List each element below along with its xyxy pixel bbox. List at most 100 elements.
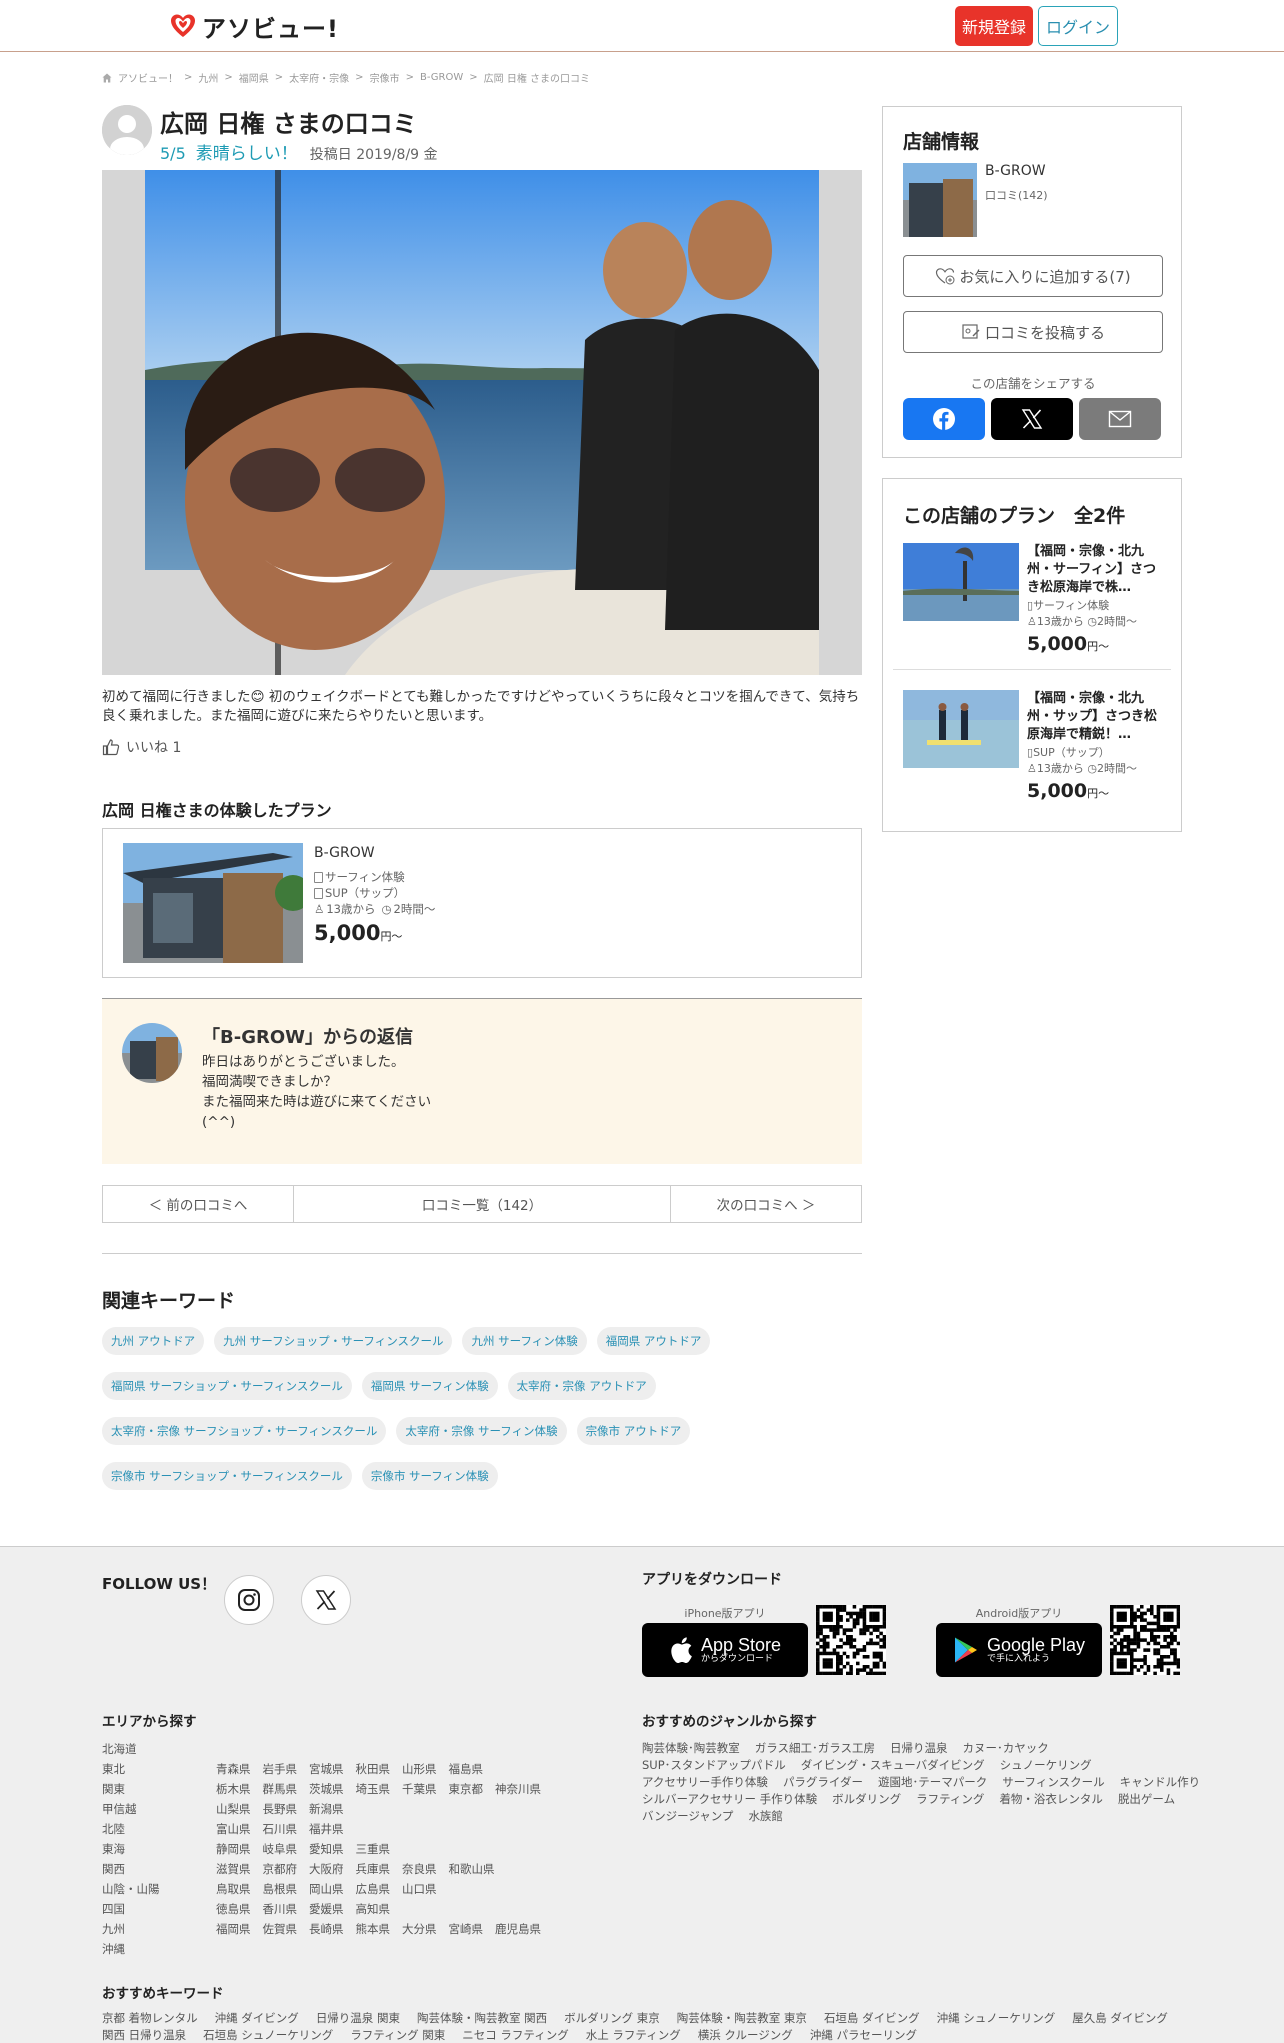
- keyword-link[interactable]: 関西 日帰り温泉: [102, 2027, 186, 2043]
- genre-link[interactable]: ボルダリング: [832, 1792, 901, 1807]
- keyword-tag[interactable]: 宗像市 アウトドア: [576, 1417, 691, 1445]
- prefecture-link[interactable]: 群馬県: [263, 1781, 298, 1797]
- keyword-link[interactable]: ニセコ ラフティング: [462, 2027, 568, 2043]
- like-button[interactable]: いいね 1: [102, 737, 181, 757]
- plan-item[interactable]: 【福岡・宗像・北九州・サーフィン】さつき松原海岸で株… ▯サーフィン体験 ♙13…: [903, 543, 1163, 663]
- keyword-tag[interactable]: 太宰府・宗像 サーフショップ・サーフィンスクール: [102, 1417, 387, 1445]
- region-link[interactable]: 甲信越: [102, 1801, 137, 1817]
- keyword-tag[interactable]: 九州 サーフィン体験: [462, 1327, 587, 1355]
- app-store-button[interactable]: App Store からダウンロード: [642, 1623, 808, 1677]
- prefecture-link[interactable]: 千葉県: [402, 1781, 437, 1797]
- keyword-tag[interactable]: 宗像市 サーフショップ・サーフィンスクール: [102, 1462, 352, 1490]
- post-review-button[interactable]: 口コミを投稿する: [903, 311, 1163, 353]
- prefecture-link[interactable]: 香川県: [263, 1901, 298, 1917]
- keyword-link[interactable]: 屋久島 ダイビング: [1072, 2010, 1168, 2026]
- genre-link[interactable]: ダイビング・スキューバダイビング: [801, 1758, 985, 1773]
- genre-link[interactable]: アクセサリー手作り体験: [642, 1775, 768, 1790]
- breadcrumb-item[interactable]: 福岡県: [239, 70, 269, 85]
- prefecture-link[interactable]: 福岡県: [216, 1921, 251, 1937]
- genre-link[interactable]: ガラス細工･ガラス工房: [755, 1741, 875, 1756]
- keyword-link[interactable]: 石垣島 ダイビング: [824, 2010, 920, 2026]
- prefecture-link[interactable]: 熊本県: [356, 1921, 391, 1937]
- x-link[interactable]: [301, 1575, 351, 1625]
- instagram-link[interactable]: [224, 1575, 274, 1625]
- prefecture-link[interactable]: 山形県: [402, 1761, 437, 1777]
- keyword-tag[interactable]: 福岡県 アウトドア: [596, 1327, 711, 1355]
- region-link[interactable]: 関東: [102, 1781, 125, 1797]
- prefecture-link[interactable]: 福井県: [309, 1821, 344, 1837]
- genre-link[interactable]: カヌー･カヤック: [963, 1741, 1049, 1756]
- prefecture-link[interactable]: 滋賀県: [216, 1861, 251, 1877]
- prefecture-link[interactable]: 大阪府: [309, 1861, 344, 1877]
- prefecture-link[interactable]: 岩手県: [263, 1761, 298, 1777]
- genre-link[interactable]: キャンドル作り: [1120, 1775, 1201, 1790]
- experienced-plan-card[interactable]: B-GROW サーフィン体験 SUP（サップ） ♙ 13歳から ◷ 2時間～ 5…: [102, 828, 862, 978]
- breadcrumb-item[interactable]: 九州: [198, 70, 218, 85]
- review-list-button[interactable]: 口コミ一覧（142）: [294, 1186, 671, 1222]
- prefecture-link[interactable]: 佐賀県: [263, 1921, 298, 1937]
- prefecture-link[interactable]: 茨城県: [309, 1781, 344, 1797]
- prefecture-link[interactable]: 徳島県: [216, 1901, 251, 1917]
- region-link[interactable]: 沖縄: [102, 1941, 125, 1957]
- keyword-link[interactable]: 陶芸体験・陶芸教室 関西: [417, 2010, 547, 2026]
- prefecture-link[interactable]: 栃木県: [216, 1781, 251, 1797]
- genre-link[interactable]: バンジージャンプ: [642, 1809, 733, 1824]
- shop-thumbnail[interactable]: [903, 163, 977, 237]
- prefecture-link[interactable]: 埼玉県: [356, 1781, 391, 1797]
- genre-link[interactable]: 着物・浴衣レンタル: [999, 1792, 1103, 1807]
- keyword-tag[interactable]: 福岡県 サーフィン体験: [361, 1372, 498, 1400]
- breadcrumb-item[interactable]: 太宰府・宗像: [289, 70, 349, 85]
- prefecture-link[interactable]: 長崎県: [309, 1921, 344, 1937]
- prefecture-link[interactable]: 秋田県: [356, 1761, 391, 1777]
- keyword-link[interactable]: 石垣島 シュノーケリング: [203, 2027, 333, 2043]
- genre-link[interactable]: シュノーケリング: [1000, 1758, 1092, 1773]
- prefecture-link[interactable]: 東京都: [449, 1781, 484, 1797]
- region-link[interactable]: 関西: [102, 1861, 125, 1877]
- prefecture-link[interactable]: 高知県: [356, 1901, 391, 1917]
- prefecture-link[interactable]: 富山県: [216, 1821, 251, 1837]
- prefecture-link[interactable]: 鳥取県: [216, 1881, 251, 1897]
- prefecture-link[interactable]: 和歌山県: [449, 1861, 495, 1877]
- share-mail-button[interactable]: [1079, 398, 1161, 440]
- login-button[interactable]: ログイン: [1038, 6, 1118, 46]
- prefecture-link[interactable]: 鹿児島県: [495, 1921, 541, 1937]
- prefecture-link[interactable]: 島根県: [263, 1881, 298, 1897]
- keyword-tag[interactable]: 太宰府・宗像 アウトドア: [507, 1372, 656, 1400]
- breadcrumb-item[interactable]: B-GROW: [420, 72, 463, 83]
- genre-link[interactable]: ラフティング: [916, 1792, 984, 1807]
- genre-link[interactable]: シルバーアクセサリー 手作り体験: [642, 1792, 817, 1807]
- plan-item[interactable]: 【福岡・宗像・北九州・サップ】さつき松原海岸で精鋭！… ▯SUP（サップ） ♙1…: [903, 690, 1163, 810]
- prefecture-link[interactable]: 山口県: [402, 1881, 437, 1897]
- prefecture-link[interactable]: 山梨県: [216, 1801, 251, 1817]
- keyword-link[interactable]: 沖縄 シュノーケリング: [937, 2010, 1056, 2026]
- region-link[interactable]: 九州: [102, 1921, 125, 1937]
- prefecture-link[interactable]: 岡山県: [309, 1881, 344, 1897]
- shop-name[interactable]: B-GROW: [985, 163, 1046, 179]
- genre-link[interactable]: 日帰り温泉: [890, 1741, 948, 1756]
- prefecture-link[interactable]: 兵庫県: [356, 1861, 391, 1877]
- prefecture-link[interactable]: 三重県: [356, 1841, 391, 1857]
- google-play-button[interactable]: Google Play で手に入れよう: [936, 1623, 1102, 1677]
- prefecture-link[interactable]: 奈良県: [402, 1861, 437, 1877]
- prefecture-link[interactable]: 愛媛県: [309, 1901, 344, 1917]
- keyword-tag[interactable]: 九州 アウトドア: [102, 1327, 205, 1355]
- breadcrumb-item[interactable]: アソビュー！: [118, 70, 178, 85]
- keyword-link[interactable]: 京都 着物レンタル: [102, 2010, 198, 2026]
- keyword-tag[interactable]: 福岡県 サーフショップ・サーフィンスクール: [102, 1372, 352, 1400]
- prefecture-link[interactable]: 新潟県: [309, 1801, 344, 1817]
- prefecture-link[interactable]: 静岡県: [216, 1841, 251, 1857]
- genre-link[interactable]: パラグライダー: [783, 1775, 863, 1790]
- logo[interactable]: アソビュー!: [170, 10, 339, 43]
- keyword-link[interactable]: 沖縄 パラセーリング: [810, 2027, 917, 2043]
- prev-review-button[interactable]: ＜ 前の口コミへ: [103, 1186, 294, 1222]
- prefecture-link[interactable]: 福島県: [449, 1761, 484, 1777]
- prefecture-link[interactable]: 大分県: [402, 1921, 437, 1937]
- region-link[interactable]: 北陸: [102, 1821, 125, 1837]
- region-link[interactable]: 東海: [102, 1841, 125, 1857]
- region-link[interactable]: 山陰・山陽: [102, 1881, 160, 1897]
- keyword-link[interactable]: ボルダリング 東京: [564, 2010, 660, 2026]
- keyword-tag[interactable]: 太宰府・宗像 サーフィン体験: [396, 1417, 567, 1445]
- region-link[interactable]: 四国: [102, 1901, 125, 1917]
- share-facebook-button[interactable]: [903, 398, 985, 440]
- prefecture-link[interactable]: 神奈川県: [495, 1781, 541, 1797]
